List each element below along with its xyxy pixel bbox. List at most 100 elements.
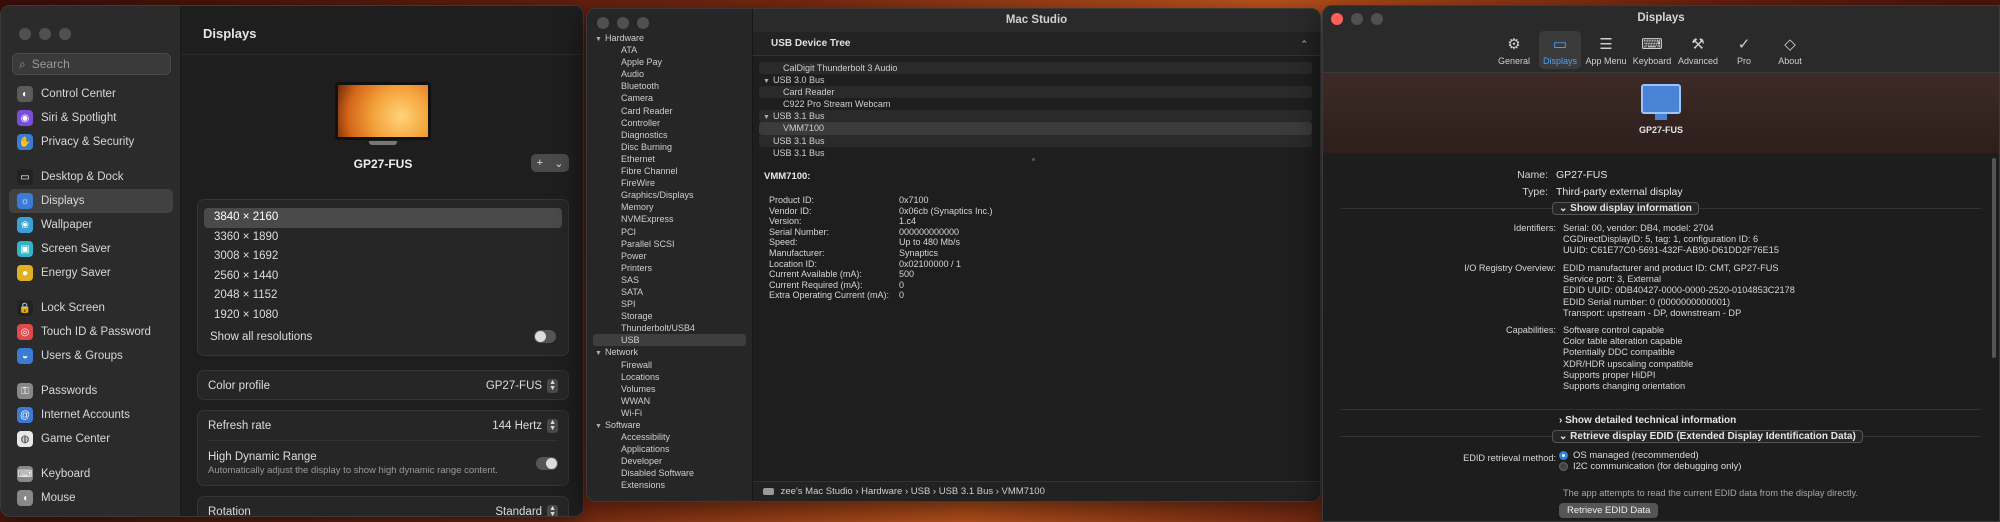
usb-device-row[interactable]: Card Reader xyxy=(759,86,1312,99)
tree-item-printers[interactable]: Printers xyxy=(587,262,752,274)
resolution-option[interactable]: 2560 × 1440 xyxy=(204,267,562,287)
resolution-option[interactable]: 1920 × 1080 xyxy=(204,306,562,326)
tree-item-apple-pay[interactable]: Apple Pay xyxy=(587,56,752,68)
tree-item-ata[interactable]: ATA xyxy=(587,44,752,56)
show-all-toggle[interactable] xyxy=(534,330,556,343)
sidebar-item-desktop-dock[interactable]: ▭ Desktop & Dock xyxy=(9,165,173,189)
tree-item-power[interactable]: Power xyxy=(587,250,752,262)
sidebar-item-users-groups[interactable]: ◒ Users & Groups xyxy=(9,344,173,368)
tree-item-controller[interactable]: Controller xyxy=(587,117,752,129)
tree-item-camera[interactable]: Camera xyxy=(587,92,752,104)
tab-general[interactable]: ⚙ General xyxy=(1493,31,1535,69)
resolution-option[interactable]: 3008 × 1692 xyxy=(204,247,562,267)
tree-item-network[interactable]: ▼ Network xyxy=(587,346,752,358)
disclosure-triangle-icon[interactable]: ▼ xyxy=(763,112,773,124)
tree-item-firewire[interactable]: FireWire xyxy=(587,177,752,189)
tree-item-wwan[interactable]: WWAN xyxy=(587,395,752,407)
tree-item-hardware[interactable]: ▼ Hardware xyxy=(587,32,752,44)
add-display-button[interactable]: + ⌄ xyxy=(531,154,569,172)
tree-item-thunderbolt-usb4[interactable]: Thunderbolt/USB4 xyxy=(587,322,752,334)
tree-item-parallel-scsi[interactable]: Parallel SCSI xyxy=(587,238,752,250)
sidebar-item-privacy-security[interactable]: ✋ Privacy & Security xyxy=(9,130,173,154)
tab-pro[interactable]: ✓ Pro xyxy=(1723,31,1765,69)
color-profile-select[interactable]: GP27-FUS ▲ ▼ xyxy=(486,379,558,393)
rotation-select[interactable]: Standard ▲ ▼ xyxy=(495,505,558,516)
resolution-option[interactable]: 3840 × 2160 xyxy=(204,208,562,228)
tree-item-ethernet[interactable]: Ethernet xyxy=(587,153,752,165)
usb-device-row[interactable]: VMM7100 xyxy=(759,122,1312,135)
retrieve-edid-button[interactable]: Retrieve EDID Data xyxy=(1559,503,1659,518)
usb-device-row[interactable]: USB 3.1 Bus xyxy=(759,134,1312,147)
sidebar-item-energy-saver[interactable]: ● Energy Saver xyxy=(9,261,173,285)
tree-item-disabled-software[interactable]: Disabled Software xyxy=(587,467,752,479)
resolution-option[interactable]: 2048 × 1152 xyxy=(204,286,562,306)
tree-item-sas[interactable]: SAS xyxy=(587,274,752,286)
display-thumbnail[interactable] xyxy=(335,82,431,140)
tree-item-usb[interactable]: USB xyxy=(593,334,746,347)
tree-item-applications[interactable]: Applications xyxy=(587,443,752,455)
tree-item-volumes[interactable]: Volumes xyxy=(587,383,752,395)
sidebar-item-displays[interactable]: ☼ Displays xyxy=(9,189,173,213)
close-button[interactable] xyxy=(1331,13,1343,25)
tree-item-fibre-channel[interactable]: Fibre Channel xyxy=(587,165,752,177)
sidebar-item-wallpaper[interactable]: ❀ Wallpaper xyxy=(9,213,173,237)
tree-item-audio[interactable]: Audio xyxy=(587,68,752,80)
sidebar-item-touch-id-password[interactable]: ◎ Touch ID & Password xyxy=(9,320,173,344)
tab-about[interactable]: ◇ About xyxy=(1769,31,1811,69)
disclosure-triangle-icon[interactable]: ▼ xyxy=(595,421,605,433)
tree-item-diagnostics[interactable]: Diagnostics xyxy=(587,129,752,141)
tree-item-pci[interactable]: PCI xyxy=(587,226,752,238)
tab-displays[interactable]: ▭ Displays xyxy=(1539,31,1581,69)
disclosure-triangle-icon[interactable]: ▼ xyxy=(763,76,773,88)
usb-device-row[interactable]: C922 Pro Stream Webcam xyxy=(759,98,1312,110)
tree-item-nvmexpress[interactable]: NVMExpress xyxy=(587,213,752,225)
split-handle[interactable] xyxy=(1032,158,1035,161)
usb-tree-header[interactable]: USB Device Tree ⌃ xyxy=(753,32,1320,56)
sidebar-item-siri-spotlight[interactable]: ◉ Siri & Spotlight xyxy=(9,106,173,130)
sidebar-item-keyboard[interactable]: ⌨ Keyboard xyxy=(9,462,173,486)
zoom-button[interactable] xyxy=(637,17,649,29)
refresh-rate-select[interactable]: 144 Hertz ▲ ▼ xyxy=(492,418,558,433)
search-input[interactable]: ⌕ Search xyxy=(12,53,171,75)
zoom-button[interactable] xyxy=(1371,13,1383,25)
tab-keyboard[interactable]: ⌨ Keyboard xyxy=(1631,31,1673,69)
scrollbar[interactable] xyxy=(1992,158,1996,358)
tree-item-card-reader[interactable]: Card Reader xyxy=(587,105,752,117)
tree-item-sata[interactable]: SATA xyxy=(587,286,752,298)
sidebar-item-internet-accounts[interactable]: @ Internet Accounts xyxy=(9,403,173,427)
tree-item-wi-fi[interactable]: Wi-Fi xyxy=(587,407,752,419)
tab-app-menu[interactable]: ☰ App Menu xyxy=(1585,31,1627,69)
os-managed-radio[interactable]: OS managed (recommended) xyxy=(1559,450,1741,461)
tab-advanced[interactable]: ⚒ Advanced xyxy=(1677,31,1719,69)
minimize-button[interactable] xyxy=(1351,13,1363,25)
tree-item-developer[interactable]: Developer xyxy=(587,455,752,467)
minimize-button[interactable] xyxy=(617,17,629,29)
tree-item-software[interactable]: ▼ Software xyxy=(587,419,752,431)
sidebar-item-mouse[interactable]: ◖ Mouse xyxy=(9,486,173,510)
show-technical-info-button[interactable]: › Show detailed technical information xyxy=(1559,415,1736,426)
tree-item-locations[interactable]: Locations xyxy=(587,371,752,383)
chevron-up-icon[interactable]: ⌃ xyxy=(1300,32,1308,56)
sidebar-item-game-center[interactable]: ◍ Game Center xyxy=(9,427,173,451)
usb-device-row[interactable]: CalDigit Thunderbolt 3 Audio xyxy=(759,62,1312,75)
sidebar-item-passwords[interactable]: ⚿ Passwords xyxy=(9,379,173,403)
tree-item-storage[interactable]: Storage xyxy=(587,310,752,322)
usb-device-row[interactable]: ▼ USB 3.0 Bus xyxy=(759,74,1312,86)
usb-device-row[interactable]: ▼ USB 3.1 Bus xyxy=(759,110,1312,124)
tree-item-disc-burning[interactable]: Disc Burning xyxy=(587,141,752,153)
close-button[interactable] xyxy=(597,17,609,29)
hdr-toggle[interactable] xyxy=(536,456,558,470)
retrieve-edid-disclosure[interactable]: ⌄ Retrieve display EDID (Extended Displa… xyxy=(1552,430,1863,443)
disclosure-triangle-icon[interactable]: ▼ xyxy=(595,34,605,46)
minimize-button[interactable] xyxy=(39,28,51,40)
sidebar-item-screen-saver[interactable]: ▣ Screen Saver xyxy=(9,237,173,261)
close-button[interactable] xyxy=(19,28,31,40)
tree-item-extensions[interactable]: Extensions xyxy=(587,479,752,491)
tree-item-accessibility[interactable]: Accessibility xyxy=(587,431,752,443)
zoom-button[interactable] xyxy=(59,28,71,40)
tree-item-firewall[interactable]: Firewall xyxy=(587,359,752,371)
tree-item-spi[interactable]: SPI xyxy=(587,298,752,310)
tree-item-graphics-displays[interactable]: Graphics/Displays xyxy=(587,189,752,201)
tree-item-bluetooth[interactable]: Bluetooth xyxy=(587,80,752,92)
sidebar-item-control-center[interactable]: ◐ Control Center xyxy=(9,82,173,106)
